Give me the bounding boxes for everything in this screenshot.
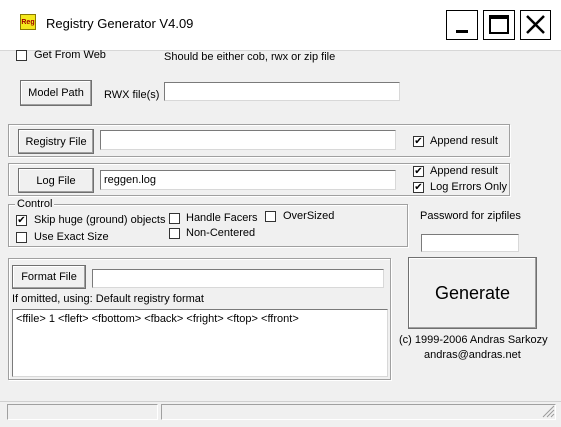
model-path-button[interactable]: Model Path [20, 80, 92, 106]
minimize-icon [456, 30, 468, 33]
skip-huge-checkbox[interactable]: ✔ [16, 215, 27, 226]
log-append-label: Append result [430, 165, 498, 177]
maximize-icon [489, 15, 509, 34]
maximize-button[interactable] [483, 10, 515, 40]
email-text: andras@andras.net [424, 349, 521, 361]
format-omitted-note: If omitted, using: Default registry form… [12, 293, 204, 305]
window-title: Registry Generator V4.09 [46, 16, 194, 31]
skip-huge-label: Skip huge (ground) objects [34, 214, 166, 226]
registry-file-button[interactable]: Registry File [18, 129, 94, 154]
oversized-checkbox[interactable] [265, 211, 276, 222]
log-append-checkbox[interactable]: ✔ [413, 166, 424, 177]
registry-append-checkbox[interactable]: ✔ [413, 136, 424, 147]
resize-grip-icon[interactable] [541, 404, 555, 418]
file-type-hint: Should be either cob, rwx or zip file [164, 51, 336, 63]
registry-append-label: Append result [430, 135, 498, 147]
minimize-button[interactable] [446, 10, 478, 40]
log-errors-only-label: Log Errors Only [430, 181, 508, 193]
rwx-files-input[interactable] [164, 82, 400, 101]
handle-facers-checkbox[interactable] [169, 213, 180, 224]
exact-size-checkbox[interactable] [16, 232, 27, 243]
control-group-legend: Control [15, 198, 55, 210]
log-file-input[interactable] [100, 170, 396, 190]
exact-size-label: Use Exact Size [34, 231, 109, 243]
registry-file-input[interactable] [100, 130, 396, 150]
handle-facers-label: Handle Facers [186, 212, 258, 224]
rwx-files-label: RWX file(s) [104, 89, 160, 101]
password-input[interactable] [421, 234, 519, 252]
log-errors-only-checkbox[interactable]: ✔ [413, 182, 424, 193]
status-cell-2 [161, 404, 556, 420]
format-text-area[interactable]: <ffile> 1 <fleft> <fbottom> <fback> <fri… [12, 309, 388, 377]
non-centered-label: Non-Centered [186, 227, 256, 239]
copyright-text: (c) 1999-2006 Andras Sarkozy [399, 334, 548, 346]
format-file-input[interactable] [92, 269, 384, 288]
get-from-web-label: Get From Web [34, 49, 106, 61]
close-icon [526, 15, 545, 34]
format-file-button[interactable]: Format File [12, 265, 86, 289]
close-button[interactable] [520, 10, 551, 40]
app-icon: Reg [20, 14, 36, 30]
log-file-button[interactable]: Log File [18, 168, 94, 193]
status-cell-1 [7, 404, 158, 420]
generate-button[interactable]: Generate [408, 257, 537, 329]
non-centered-checkbox[interactable] [169, 228, 180, 239]
get-from-web-checkbox[interactable] [16, 50, 27, 61]
password-label: Password for zipfiles [420, 210, 521, 222]
oversized-label: OverSized [283, 210, 335, 222]
